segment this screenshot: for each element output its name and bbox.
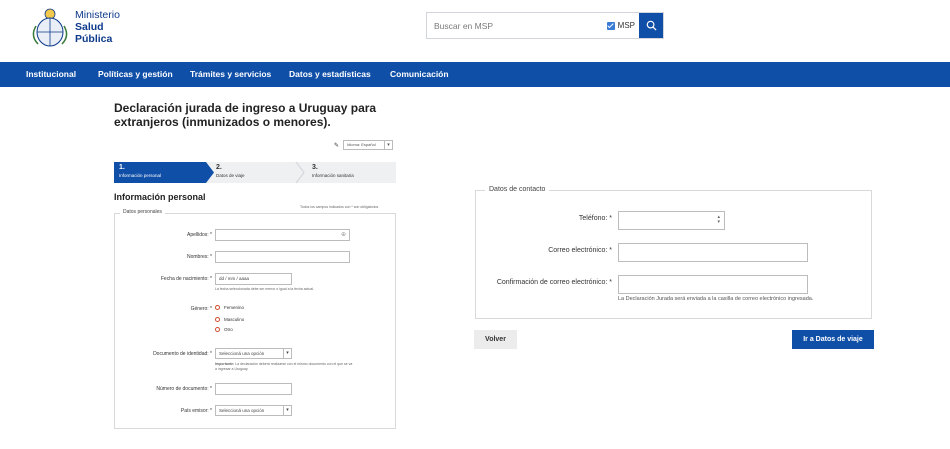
ministry-brand[interactable]: Ministerio Salud Pública: [75, 9, 120, 45]
surname-label: Apellidos: *: [186, 232, 212, 238]
step-2-label: Datos de viaje: [216, 173, 245, 178]
translate-icon: ✎: [334, 142, 340, 149]
radio-circle-icon: [215, 317, 220, 322]
email-confirm-input[interactable]: [618, 275, 808, 294]
number-stepper-icon[interactable]: ▴ ▾: [717, 215, 720, 225]
site-header: Ministerio Salud Pública MSP: [0, 0, 950, 62]
page-title: Declaración jurada de ingreso a Uruguay …: [114, 101, 377, 129]
step-2-number: 2.: [216, 164, 222, 171]
brand-line-3: Pública: [75, 33, 113, 45]
personal-data-fieldset: [114, 213, 396, 429]
chevron-down-icon: ▾: [384, 141, 392, 149]
doc-number-input[interactable]: [215, 383, 292, 395]
email-label: Correo electrónico: *: [548, 247, 612, 254]
search-button[interactable]: [639, 13, 663, 38]
gender-option-masculino[interactable]: Masculino: [215, 317, 244, 322]
nav-item-tramites[interactable]: Trámites y servicios: [190, 62, 271, 87]
gender-option-label: Femenino: [224, 305, 245, 310]
step-1-number: 1.: [119, 164, 125, 171]
search-icon: [646, 20, 657, 31]
surname-input[interactable]: ⊕: [215, 229, 350, 241]
search-bar: MSP: [426, 12, 664, 39]
gender-label: Género: *: [190, 306, 212, 312]
country-select-value: Seleccioná una opción: [219, 408, 265, 413]
step-3-label: Información sanitaria: [312, 173, 354, 178]
next-step-button[interactable]: Ir a Datos de viaje: [792, 330, 874, 349]
nav-item-institucional[interactable]: Institucional: [26, 62, 76, 87]
search-scope-toggle[interactable]: MSP: [606, 21, 635, 30]
stepper: 1. Información personal 2. Datos de viaj…: [114, 162, 396, 183]
doc-number-label: Número de documento: *: [156, 386, 212, 392]
coat-of-arms-logo[interactable]: [32, 6, 68, 48]
id-doc-note-important: Importante:: [215, 362, 235, 366]
brand-line-2: Salud: [75, 21, 104, 33]
contact-data-legend: Datos de contacto: [485, 186, 550, 193]
email-note: La Declaración Jurada será enviada a la …: [618, 296, 814, 302]
names-label: Nombres: *: [186, 254, 212, 260]
dob-placeholder: dd / mm / aaaa: [219, 276, 250, 281]
search-input[interactable]: [427, 13, 607, 38]
gender-option-label: Masculino: [224, 317, 245, 322]
search-scope-label: MSP: [617, 21, 635, 30]
required-hint: Todos los campos indicados con * son obl…: [300, 205, 379, 209]
dob-label: Fecha de nacimiento: *: [160, 276, 212, 282]
phone-label: Teléfono: *: [578, 215, 612, 222]
id-doc-note-line2: a ingresar a Uruguay.: [215, 367, 249, 371]
email-confirm-label: Confirmación de correo electrónico: *: [496, 279, 612, 286]
search-scope-checkbox[interactable]: [606, 21, 615, 30]
names-input[interactable]: [215, 251, 350, 263]
nav-item-politicas[interactable]: Políticas y gestión: [98, 62, 173, 87]
section-title-personal: Información personal: [114, 192, 206, 202]
step-1-label: Información personal: [119, 173, 162, 178]
nav-item-comunicacion[interactable]: Comunicación: [390, 62, 449, 87]
country-select[interactable]: Seleccioná una opción ▾: [215, 405, 292, 416]
language-selector: ✎ Idioma: Español ▾: [334, 140, 394, 150]
gender-option-femenino[interactable]: Femenino: [215, 305, 244, 310]
language-select-value: Idioma: Español: [347, 142, 376, 147]
gender-option-otro[interactable]: Otro: [215, 327, 233, 332]
personal-data-legend: Datos personales: [120, 209, 165, 215]
step-3-number: 3.: [312, 164, 318, 171]
main-nav: Institucional Políticas y gestión Trámit…: [0, 62, 950, 87]
email-input[interactable]: [618, 243, 808, 262]
id-doc-select[interactable]: Seleccioná una opción ▾: [215, 348, 292, 359]
autofill-icon: ⊕: [340, 232, 346, 238]
radio-circle-icon: [215, 305, 220, 310]
dob-input[interactable]: dd / mm / aaaa: [215, 273, 292, 285]
dob-note: La fecha seleccionada debe ser menor o i…: [215, 287, 315, 291]
id-doc-label: Documento de identidad: *: [153, 351, 212, 357]
brand-line-1: Ministerio: [75, 9, 120, 21]
language-select[interactable]: Idioma: Español ▾: [343, 140, 394, 150]
id-doc-note-line1: La declaración deberá realizarse con el …: [235, 362, 353, 366]
chevron-down-icon: ▾: [283, 349, 291, 358]
back-button[interactable]: Volver: [474, 330, 517, 349]
chevron-down-icon: ▾: [283, 406, 291, 415]
id-doc-select-value: Seleccioná una opción: [219, 351, 265, 356]
gender-option-label: Otro: [224, 327, 233, 332]
nav-item-datos[interactable]: Datos y estadísticas: [289, 62, 371, 87]
country-label: País emisor: *: [180, 408, 212, 414]
radio-circle-icon: [215, 327, 220, 332]
phone-input[interactable]: ▴ ▾: [618, 211, 725, 230]
